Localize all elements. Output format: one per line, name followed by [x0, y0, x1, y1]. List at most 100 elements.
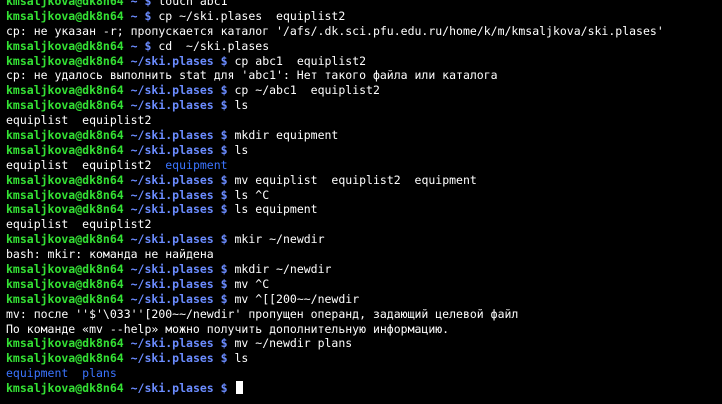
command-input[interactable]	[228, 381, 235, 395]
prompt-line: kmsaljkova@dk8n64 ~/ski.plases $ mv ^C	[6, 277, 722, 292]
text-cursor	[235, 381, 243, 395]
prompt-symbol: $	[213, 98, 228, 113]
terminal-window[interactable]: kmsaljkova@dk8n64 ~ $ touch abc1 kmsaljko…	[6, 0, 722, 396]
command-text: cd ~/ski.plases	[151, 38, 270, 53]
prompt-user-host: kmsaljkova@dk8n64	[6, 202, 124, 217]
prompt-path: ~/ski.plases	[123, 202, 214, 217]
prompt-path: ~	[123, 0, 138, 8]
prompt-line: kmsaljkova@dk8n64 ~/ski.plases $ ls equi…	[6, 202, 722, 217]
prompt-user-host: kmsaljkova@dk8n64	[6, 98, 124, 113]
prompt-path: ~/ski.plases	[123, 381, 214, 396]
output-line: equiplist equiplist2	[6, 217, 722, 232]
prompt-symbol: $	[213, 276, 228, 291]
prompt-line: kmsaljkova@dk8n64 ~ $ touch abc1	[6, 0, 722, 9]
prompt-line: kmsaljkova@dk8n64 ~/ski.plases $ mkdir e…	[6, 128, 722, 143]
output-line: cp: не удалось выполнить stat для 'abc1'…	[6, 68, 722, 83]
output-text: По команде «mv --help» можно получить до…	[6, 321, 450, 336]
prompt-path: ~/ski.plases	[123, 351, 214, 366]
prompt-user-host: kmsaljkova@dk8n64	[6, 291, 124, 306]
command-text: mv ~/newdir plans	[227, 336, 353, 351]
prompt-path: ~/ski.plases	[123, 276, 214, 291]
prompt-path: ~/ski.plases	[123, 187, 214, 202]
prompt-symbol: $	[137, 8, 152, 23]
command-text: ls	[227, 98, 249, 113]
output-line: mv: после ''$'\033''[200~~/newdir' пропу…	[6, 307, 722, 322]
prompt-symbol: $	[137, 38, 152, 53]
output-text: bash: mkir: команда не найдена	[6, 247, 214, 262]
command-text: ls equipment	[227, 202, 318, 217]
prompt-symbol: $	[213, 291, 228, 306]
output-text: mv: после ''$'\033''[200~~/newdir' пропу…	[6, 306, 519, 321]
prompt-symbol: $	[213, 142, 228, 157]
command-text: mv ^[[200~~/newdir	[227, 291, 360, 306]
prompt-user-host: kmsaljkova@dk8n64	[6, 336, 124, 351]
directory-names: equipment plans	[6, 366, 117, 381]
ls-output-line: equiplist equiplist2 equipment	[6, 158, 722, 173]
prompt-user-host: kmsaljkova@dk8n64	[6, 53, 124, 68]
command-text: mkdir equipment	[227, 128, 339, 143]
prompt-path: ~/ski.plases	[123, 172, 214, 187]
prompt-symbol: $	[213, 187, 228, 202]
prompt-line: kmsaljkova@dk8n64 ~/ski.plases $ cp ~/ab…	[6, 83, 722, 98]
command-text: ls	[227, 142, 249, 157]
prompt-user-host: kmsaljkova@dk8n64	[6, 142, 124, 157]
output-text: cp: не удалось выполнить stat для 'abc1'…	[6, 68, 498, 83]
output-line: equiplist equiplist2	[6, 113, 722, 128]
prompt-user-host: kmsaljkova@dk8n64	[6, 0, 124, 8]
prompt-user-host: kmsaljkova@dk8n64	[6, 276, 124, 291]
prompt-user-host: kmsaljkova@dk8n64	[6, 83, 124, 98]
prompt-path: ~/ski.plases	[123, 291, 214, 306]
prompt-symbol: $	[213, 232, 228, 247]
prompt-path: ~	[123, 8, 138, 23]
command-text: cp ~/ski.plases equiplist2	[151, 8, 346, 23]
prompt-symbol: $	[213, 381, 228, 396]
prompt-line: kmsaljkova@dk8n64 ~ $ cp ~/ski.plases eq…	[6, 9, 722, 24]
command-text: mv ^C	[227, 276, 270, 291]
prompt-line: kmsaljkova@dk8n64 ~/ski.plases $ ls	[6, 143, 722, 158]
command-text: mkdir ~/newdir	[227, 262, 332, 277]
prompt-user-host: kmsaljkova@dk8n64	[6, 381, 124, 396]
command-text: cp abc1 equiplist2	[227, 53, 367, 68]
prompt-path: ~/ski.plases	[123, 98, 214, 113]
prompt-line: kmsaljkova@dk8n64 ~/ski.plases $ mv equi…	[6, 173, 722, 188]
command-text: ls	[227, 351, 249, 366]
file-names: equiplist equiplist2	[6, 157, 166, 172]
prompt-user-host: kmsaljkova@dk8n64	[6, 172, 124, 187]
directory-name: equipment	[165, 157, 228, 172]
prompt-user-host: kmsaljkova@dk8n64	[6, 8, 124, 23]
prompt-symbol: $	[213, 53, 228, 68]
prompt-user-host: kmsaljkova@dk8n64	[6, 262, 124, 277]
command-text: mv equiplist equiplist2 equipment	[227, 172, 477, 187]
prompt-line: kmsaljkova@dk8n64 ~/ski.plases $ mv ^[[2…	[6, 292, 722, 307]
prompt-line: kmsaljkova@dk8n64 ~ $ cd ~/ski.plases	[6, 39, 722, 54]
prompt-line: kmsaljkova@dk8n64 ~/ski.plases $ ls	[6, 351, 722, 366]
prompt-path: ~/ski.plases	[123, 336, 214, 351]
prompt-line: kmsaljkova@dk8n64 ~/ski.plases $ mv ~/ne…	[6, 336, 722, 351]
prompt-user-host: kmsaljkova@dk8n64	[6, 187, 124, 202]
command-text: mkir ~/newdir	[227, 232, 325, 247]
prompt-line: kmsaljkova@dk8n64 ~/ski.plases $	[6, 381, 722, 396]
prompt-path: ~/ski.plases	[123, 128, 214, 143]
output-text: equiplist equiplist2	[6, 217, 152, 232]
prompt-user-host: kmsaljkova@dk8n64	[6, 232, 124, 247]
ls-output-line: equipment plans	[6, 366, 722, 381]
output-line: bash: mkir: команда не найдена	[6, 247, 722, 262]
prompt-path: ~/ski.plases	[123, 83, 214, 98]
prompt-path: ~/ski.plases	[123, 53, 214, 68]
prompt-user-host: kmsaljkova@dk8n64	[6, 128, 124, 143]
prompt-symbol: $	[213, 172, 228, 187]
prompt-path: ~/ski.plases	[123, 262, 214, 277]
prompt-path: ~	[123, 38, 138, 53]
prompt-path: ~/ski.plases	[123, 142, 214, 157]
prompt-line: kmsaljkova@dk8n64 ~/ski.plases $ mkir ~/…	[6, 232, 722, 247]
prompt-symbol: $	[137, 0, 152, 8]
prompt-symbol: $	[213, 202, 228, 217]
prompt-symbol: $	[213, 336, 228, 351]
output-text: equiplist equiplist2	[6, 113, 152, 128]
prompt-symbol: $	[213, 262, 228, 277]
command-text: touch abc1	[151, 0, 228, 8]
prompt-line: kmsaljkova@dk8n64 ~/ski.plases $ ls	[6, 98, 722, 113]
prompt-path: ~/ski.plases	[123, 232, 214, 247]
prompt-line: kmsaljkova@dk8n64 ~/ski.plases $ mkdir ~…	[6, 262, 722, 277]
prompt-symbol: $	[213, 83, 228, 98]
